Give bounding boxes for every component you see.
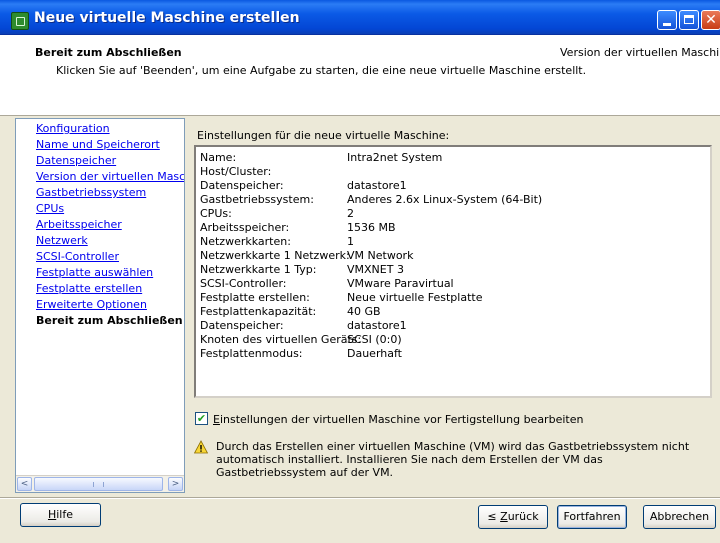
window-title-bar[interactable]: Neue virtuelle Maschine erstellen ✕ — [0, 0, 720, 35]
wizard-step-list: Konfiguration Name und Speicherort Datensp… — [15, 118, 185, 493]
scroll-left-button[interactable]: < — [17, 477, 32, 491]
step-description: Klicken Sie auf 'Beenden', um eine Aufga… — [56, 64, 587, 77]
summary-row-value: 1536 MB — [347, 221, 396, 234]
minimize-icon — [663, 23, 671, 26]
nav-step-7[interactable]: Netzwerk — [36, 234, 88, 247]
edit-settings-mnemonic: E — [213, 413, 220, 426]
summary-row-label: Knoten des virtuellen Geräts: — [200, 333, 362, 346]
nav-step-4[interactable]: Gastbetriebssystem — [36, 186, 146, 199]
vm-version-label: Version der virtuellen Maschine: 7 — [560, 46, 720, 59]
nav-step-0[interactable]: Konfiguration — [36, 122, 110, 135]
summary-row-value: VMXNET 3 — [347, 263, 404, 276]
nav-step-6[interactable]: Arbeitsspeicher — [36, 218, 122, 231]
summary-row-value: 2 — [347, 207, 354, 220]
checkmark-icon: ✔ — [196, 412, 207, 425]
summary-row-value: 40 GB — [347, 305, 381, 318]
minimize-button[interactable] — [657, 10, 677, 30]
nav-step-8[interactable]: SCSI-Controller — [36, 250, 119, 263]
back-button[interactable]: ≤ Zurück — [478, 505, 548, 529]
summary-heading: Einstellungen für die neue virtuelle Mas… — [197, 129, 450, 142]
close-icon: ✕ — [705, 12, 717, 28]
summary-row-label: SCSI-Controller: — [200, 277, 287, 290]
close-button[interactable]: ✕ — [701, 10, 720, 30]
chevron-right-icon: > — [171, 479, 180, 489]
edit-settings-label[interactable]: Einstellungen der virtuellen Maschine vo… — [213, 413, 583, 426]
summary-row-value: datastore1 — [347, 319, 407, 332]
nav-step-3[interactable]: Version der virtuellen Maschine — [36, 170, 184, 183]
summary-row-value: Dauerhaft — [347, 347, 402, 360]
summary-row-value: Anderes 2.6x Linux-System (64-Bit) — [347, 193, 543, 206]
back-label: urück — [507, 510, 539, 523]
cancel-button[interactable]: Abbrechen — [643, 505, 716, 529]
back-prefix: ≤ — [487, 510, 501, 523]
nav-step-5[interactable]: CPUs — [36, 202, 64, 215]
nav-step-11[interactable]: Erweiterte Optionen — [36, 298, 147, 311]
maximize-icon — [684, 15, 694, 24]
summary-list[interactable]: Name: Intra2net System Host/Cluster: Datens… — [194, 145, 712, 398]
footer-divider — [0, 497, 720, 499]
summary-row-label: Festplatte erstellen: — [200, 291, 310, 304]
edit-settings-checkbox[interactable]: ✔ — [195, 412, 208, 425]
help-mnemonic: H — [47, 508, 57, 521]
summary-row-value: Neue virtuelle Festplatte — [347, 291, 483, 304]
summary-row-value: 1 — [347, 235, 354, 248]
summary-row-label: Netzwerkkarten: — [200, 235, 291, 248]
summary-row-label: Arbeitsspeicher: — [200, 221, 290, 234]
summary-row-value: datastore1 — [347, 179, 407, 192]
summary-row-label: Datenspeicher: — [200, 319, 284, 332]
step-title: Bereit zum Abschließen — [35, 46, 182, 59]
nav-step-1[interactable]: Name und Speicherort — [36, 138, 160, 151]
warning-icon — [194, 440, 208, 454]
summary-row-label: Gastbetriebssystem: — [200, 193, 314, 206]
edit-settings-option[interactable]: ✔ Einstellungen der virtuellen Maschine … — [195, 412, 715, 427]
nav-step-2[interactable]: Datenspeicher — [36, 154, 116, 167]
summary-row-value: Intra2net System — [347, 151, 443, 164]
continue-button[interactable]: Fortfahren — [557, 505, 627, 529]
nav-step-12: Bereit zum Abschließen — [36, 314, 183, 327]
help-button[interactable]: Hilfe — [20, 503, 101, 527]
summary-row-value: VM Network — [347, 249, 414, 262]
window-title: Neue virtuelle Maschine erstellen — [34, 10, 300, 26]
summary-row-value: VMware Paravirtual — [347, 277, 454, 290]
summary-row-label: Festplattenkapazität: — [200, 305, 317, 318]
warning-message: Durch das Erstellen einer virtuellen Mas… — [216, 440, 690, 479]
summary-row-label: Name: — [200, 151, 237, 164]
summary-row-label: Netzwerkkarte 1 Netzwerk: — [200, 249, 350, 262]
maximize-button[interactable] — [679, 10, 699, 30]
summary-row-label: CPUs: — [200, 207, 232, 220]
summary-row-label: Datenspeicher: — [200, 179, 284, 192]
wizard-header: Bereit zum Abschließen Klicken Sie auf '… — [0, 35, 720, 116]
back-mnemonic: Z — [500, 510, 508, 523]
summary-row-label: Host/Cluster: — [200, 165, 272, 178]
nav-step-9[interactable]: Festplatte auswählen — [36, 266, 153, 279]
summary-row-value: SCSI (0:0) — [347, 333, 402, 346]
summary-row-label: Netzwerkkarte 1 Typ: — [200, 263, 317, 276]
nav-horizontal-scrollbar[interactable]: < > — [16, 475, 184, 492]
vm-app-icon — [11, 12, 29, 30]
scroll-thumb[interactable] — [34, 477, 163, 491]
nav-step-10[interactable]: Festplatte erstellen — [36, 282, 142, 295]
help-label: ilfe — [56, 508, 74, 521]
scroll-right-button[interactable]: > — [168, 477, 183, 491]
edit-settings-label-text: instellungen der virtuellen Maschine vor… — [219, 413, 584, 426]
chevron-left-icon: < — [20, 479, 29, 489]
summary-row-label: Festplattenmodus: — [200, 347, 303, 360]
